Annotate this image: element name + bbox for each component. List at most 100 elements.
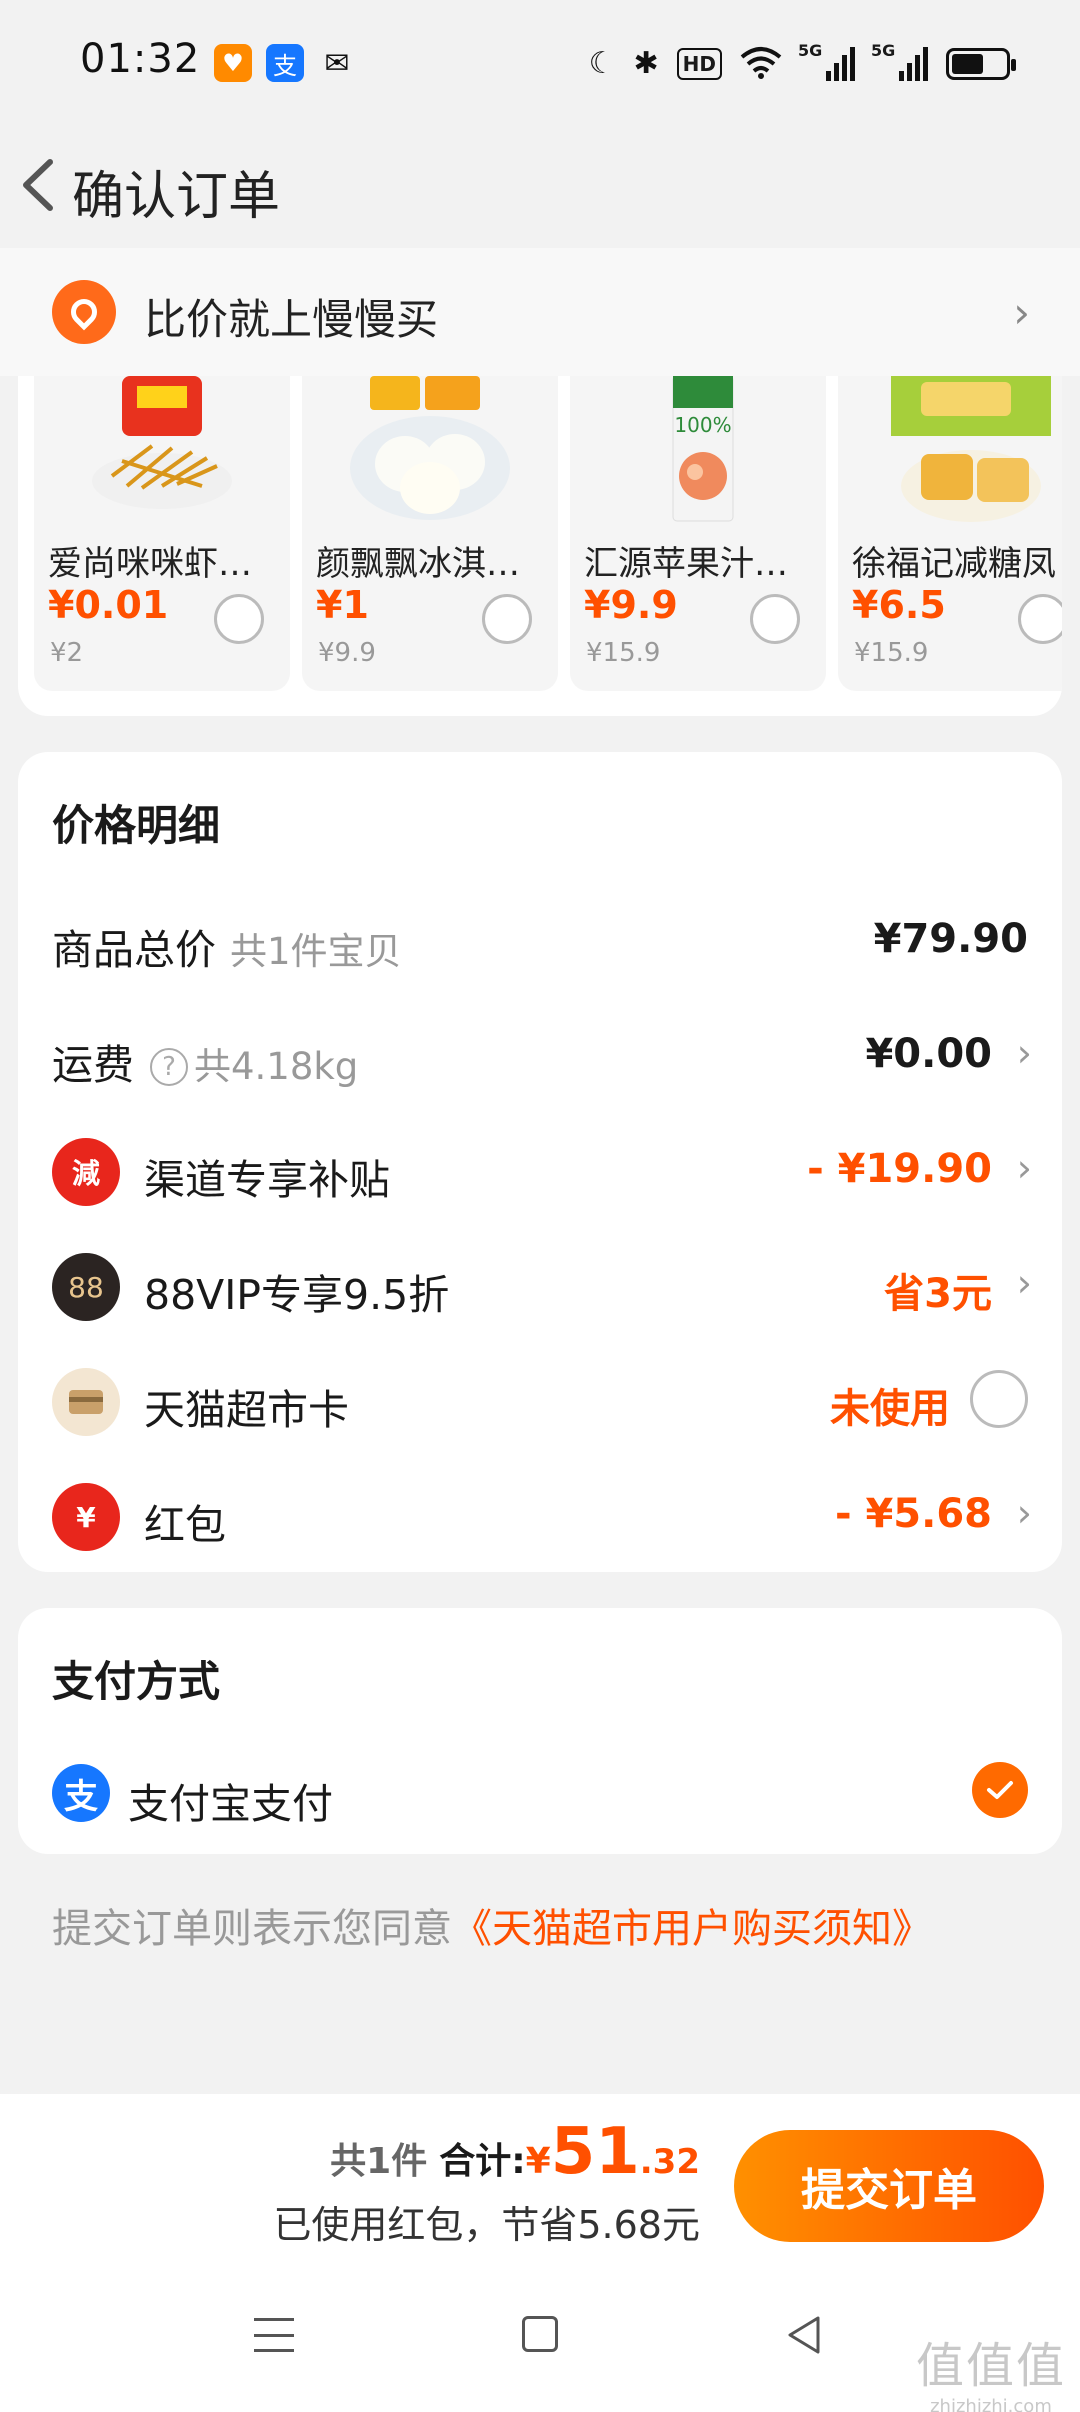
alipay-label: 支付宝支付	[128, 1780, 333, 1828]
total-integer: 51	[550, 2115, 640, 2189]
shipping-row[interactable]: 运费? 共4.18kg ¥0.00 ›	[18, 1017, 1062, 1097]
red-packet-row[interactable]: ¥ 红包 - ¥5.68 ›	[18, 1477, 1062, 1557]
chevron-right-icon: ›	[1016, 1261, 1032, 1305]
checkmark-icon[interactable]	[972, 1762, 1028, 1818]
hd-icon: HD	[676, 48, 722, 80]
product-item[interactable]: 颜飘飘冰淇淋... ¥1 ¥9.9	[302, 376, 558, 691]
product-original-price: ¥15.9	[586, 638, 661, 668]
product-name: 爱尚咪咪虾条...	[48, 544, 283, 584]
total-label: 合计:	[439, 2141, 526, 2182]
menu-icon[interactable]	[254, 2318, 294, 2352]
product-image	[342, 376, 518, 526]
product-original-price: ¥9.9	[318, 638, 376, 668]
app-notification-icon: ♥	[214, 44, 252, 82]
product-original-price: ¥2	[50, 638, 84, 668]
banner-text: 比价就上慢慢买	[144, 295, 439, 344]
product-name: 汇源苹果汁大...	[584, 544, 819, 584]
submit-order-button[interactable]: 提交订单	[734, 2130, 1044, 2242]
product-select-radio[interactable]	[750, 594, 800, 644]
watermark-logo: 值值值 zhizhizhi.com	[915, 2338, 1066, 2412]
product-image: 100%	[610, 376, 786, 526]
market-card-radio[interactable]	[970, 1370, 1028, 1428]
compare-price-banner[interactable]: 比价就上慢慢买 ›	[0, 248, 1080, 376]
status-bar: 01:32 ♥ 支 ✉ ☾ ✱ HD 5G 5G	[0, 0, 1080, 124]
alipay-option[interactable]: 支 支付宝支付	[18, 1758, 1062, 1838]
saved-amount: 已使用红包，节省5.68元	[273, 2203, 700, 2247]
total-decimal: .32	[639, 2142, 700, 2182]
item-count: 共1件	[330, 2141, 428, 2182]
checkout-bar: 共1件 合计: ¥ 51 .32 已使用红包，节省5.68元 提交订单	[0, 2094, 1080, 2264]
channel-subsidy-value: - ¥19.90	[807, 1146, 992, 1192]
market-card-row[interactable]: 天猫超市卡 未使用	[18, 1362, 1062, 1442]
bluetooth-icon: ✱	[633, 46, 659, 81]
market-card-value: 未使用	[830, 1386, 950, 1432]
product-image	[74, 376, 250, 526]
shipping-value: ¥0.00	[865, 1031, 992, 1077]
alipay-notification-icon: 支	[266, 44, 304, 82]
wifi-icon	[740, 45, 782, 83]
chevron-right-icon: ›	[1016, 1031, 1032, 1075]
subsidy-badge-icon: 減	[52, 1138, 120, 1206]
88vip-badge-icon: 88	[52, 1253, 120, 1321]
product-select-radio[interactable]	[214, 594, 264, 644]
location-pin-icon	[52, 280, 116, 344]
alipay-icon: 支	[52, 1764, 110, 1822]
signal-icon: 5G	[798, 41, 855, 81]
product-select-radio[interactable]	[1018, 594, 1062, 644]
vip-discount-label: 88VIP专享9.5折	[144, 1271, 450, 1319]
product-price: ¥9.9	[584, 583, 678, 627]
nav-bar: 确认订单	[0, 124, 1080, 248]
goods-total-label: 商品总价	[52, 926, 216, 974]
channel-subsidy-label: 渠道专享补贴	[144, 1156, 390, 1204]
product-original-price: ¥15.9	[854, 638, 929, 668]
red-packet-label: 红包	[144, 1501, 226, 1549]
product-image	[878, 376, 1054, 526]
product-name: 颜飘飘冰淇淋...	[316, 544, 551, 584]
channel-subsidy-row[interactable]: 減 渠道专享补贴 - ¥19.90 ›	[18, 1132, 1062, 1212]
card-icon	[52, 1368, 120, 1436]
price-detail-title: 价格明细	[52, 801, 221, 850]
page-title: 确认订单	[72, 167, 281, 227]
help-icon[interactable]: ?	[150, 1048, 188, 1086]
svg-text:100%: 100%	[674, 413, 731, 437]
chevron-right-icon: ›	[1016, 1146, 1032, 1190]
product-select-radio[interactable]	[482, 594, 532, 644]
payment-method-card: 支付方式 支 支付宝支付	[18, 1608, 1062, 1854]
agreement-prefix: 提交订单则表示您同意	[52, 1906, 452, 1952]
back-icon[interactable]	[784, 2314, 824, 2356]
product-item[interactable]: 100% 汇源苹果汁大... ¥9.9 ¥15.9	[570, 376, 826, 691]
moon-icon: ☾	[588, 46, 616, 81]
total-currency: ¥	[525, 2141, 551, 2182]
red-packet-value: - ¥5.68	[834, 1491, 992, 1537]
red-packet-icon: ¥	[52, 1483, 120, 1551]
agreement-link[interactable]: 《天猫超市用户购买须知》	[452, 1906, 932, 1952]
total-line: 共1件 合计: ¥ 51 .32	[330, 2120, 700, 2184]
product-name: 徐福记减糖凤	[852, 544, 1056, 584]
recommend-products-card: 爱尚咪咪虾条... ¥0.01 ¥2 颜飘飘冰淇淋... ¥1 ¥9.9 100…	[18, 376, 1062, 716]
product-price: ¥0.01	[48, 583, 169, 627]
status-icons: ☾ ✱ HD 5G 5G	[588, 41, 1016, 84]
product-item[interactable]: 爱尚咪咪虾条... ¥0.01 ¥2	[34, 376, 290, 691]
vip-discount-row[interactable]: 88 88VIP专享9.5折 省3元 ›	[18, 1247, 1062, 1327]
shipping-label: 运费	[52, 1041, 134, 1089]
status-time: 01:32	[80, 36, 201, 82]
home-icon[interactable]	[522, 2316, 558, 2352]
back-arrow-icon[interactable]	[12, 150, 72, 220]
signal-icon-2: 5G	[871, 41, 928, 81]
agreement-text: 提交订单则表示您同意《天猫超市用户购买须知》	[52, 1896, 932, 1954]
chevron-right-icon: ›	[1016, 1491, 1032, 1535]
system-nav-bar: 值值值 zhizhizhi.com	[0, 2264, 1080, 2412]
market-card-label: 天猫超市卡	[144, 1386, 349, 1434]
goods-total-value: ¥79.90	[873, 916, 1028, 962]
chevron-right-icon: ›	[1013, 288, 1030, 337]
wechat-notification-icon: ✉	[324, 45, 350, 81]
shipping-weight: 共4.18kg	[194, 1045, 359, 1088]
vip-discount-value: 省3元	[884, 1271, 992, 1317]
goods-count: 共1件宝贝	[230, 930, 402, 973]
goods-total-row: 商品总价 共1件宝贝 ¥79.90	[18, 902, 1062, 982]
product-item[interactable]: 徐福记减糖凤 ¥6.5 ¥15.9	[838, 376, 1062, 691]
price-detail-card: 价格明细 商品总价 共1件宝贝 ¥79.90 运费? 共4.18kg ¥0.00 ›…	[18, 752, 1062, 1572]
payment-title: 支付方式	[52, 1657, 221, 1706]
product-price: ¥1	[316, 583, 369, 627]
battery-icon	[946, 48, 1016, 80]
